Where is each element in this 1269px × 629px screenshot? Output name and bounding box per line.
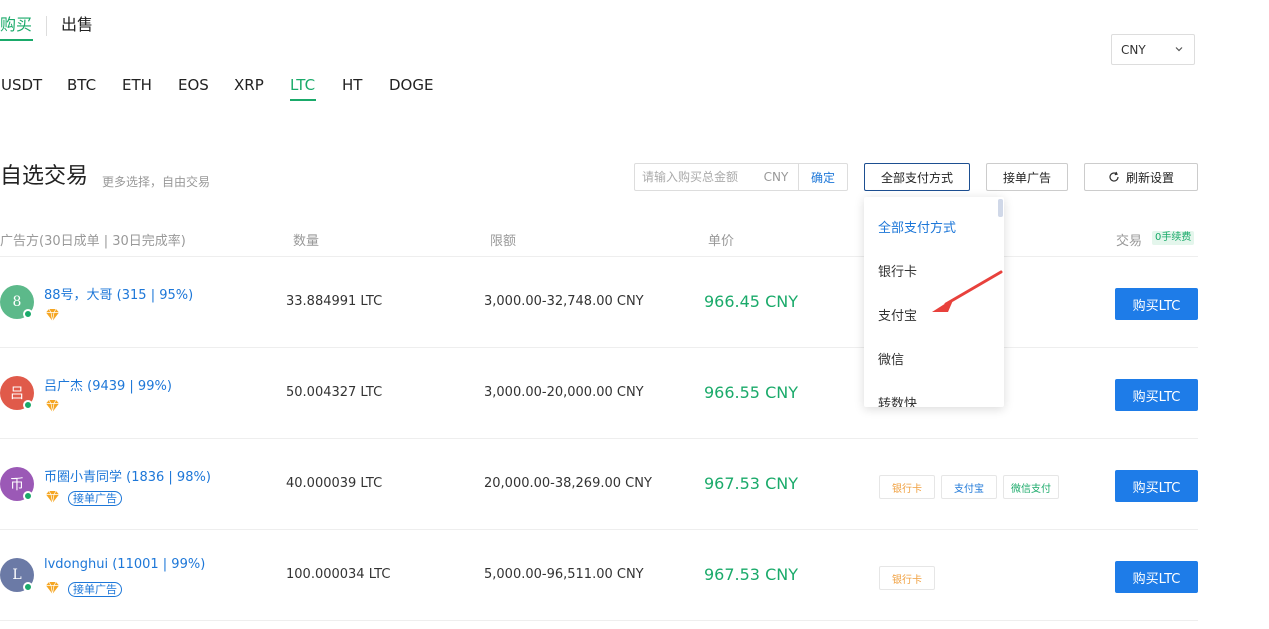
online-status-dot (23, 582, 33, 592)
coin-tab-usdt[interactable]: USDT (1, 74, 42, 96)
price: 967.53 CNY (704, 565, 798, 584)
zero-fee-badge: 0手续费 (1152, 231, 1195, 245)
price: 966.55 CNY (704, 383, 798, 402)
online-status-dot (23, 400, 33, 410)
price: 967.53 CNY (704, 474, 798, 493)
merchant-link[interactable]: 88号，大哥 (315 | 95%) (44, 284, 193, 303)
pay-tag-alipay: 支付宝 (941, 475, 997, 499)
dropdown-item-all[interactable]: 全部支付方式 (878, 217, 956, 236)
coin-tab-eth[interactable]: ETH (122, 74, 152, 96)
table-row: 币 币圈小青同学 (1836 | 98%) 接单广告 40.000039 LTC… (0, 439, 1198, 530)
quantity: 40.000039 LTC (286, 476, 383, 491)
limit: 5,000.00-96,511.00 CNY (484, 567, 644, 582)
refresh-icon (1109, 171, 1119, 182)
limit: 3,000.00-20,000.00 CNY (484, 385, 644, 400)
refresh-settings-button[interactable]: 刷新设置 (1084, 163, 1198, 191)
limit: 20,000.00-38,269.00 CNY (484, 476, 652, 491)
dropdown-item-fps[interactable]: 转数快 (878, 393, 917, 407)
coin-tab-underline (290, 99, 316, 101)
dropdown-item-wechat[interactable]: 微信 (878, 349, 904, 368)
buy-ltc-button[interactable]: 购买LTC (1115, 288, 1198, 320)
table-row: 8 88号，大哥 (315 | 95%) 33.884991 LTC 3,000… (0, 257, 1198, 348)
coin-tab-doge[interactable]: DOGE (389, 74, 433, 96)
dropdown-item-bank-card[interactable]: 银行卡 (878, 261, 917, 280)
coin-tab-ht[interactable]: HT (342, 74, 362, 96)
quantity: 50.004327 LTC (286, 385, 383, 400)
table-row: L lvdonghui (11001 | 99%) 接单广告 100.00003… (0, 530, 1198, 621)
price: 966.45 CNY (704, 292, 798, 311)
pay-tag-bank-card: 银行卡 (879, 566, 935, 590)
th-advertiser: 广告方(30日成单 | 30日完成率) (0, 234, 186, 249)
amount-box: CNY 确定 (634, 163, 848, 191)
take-ad-badge: 接单广告 (68, 582, 122, 597)
pay-method-button[interactable]: 全部支付方式 (864, 163, 970, 191)
quantity: 100.000034 LTC (286, 567, 391, 582)
annotation-arrow-icon (932, 270, 1003, 312)
th-quantity: 数量 (293, 234, 320, 249)
currency-select[interactable]: CNY (1111, 34, 1195, 65)
online-status-dot (23, 309, 33, 319)
coin-tab-xrp[interactable]: XRP (234, 74, 264, 96)
diamond-icon (46, 581, 59, 595)
buy-ltc-button[interactable]: 购买LTC (1115, 470, 1198, 502)
amount-confirm-button[interactable]: 确定 (798, 164, 847, 190)
dropdown-item-alipay[interactable]: 支付宝 (878, 305, 917, 324)
quantity: 33.884991 LTC (286, 294, 383, 309)
buy-ltc-button[interactable]: 购买LTC (1115, 379, 1198, 411)
merchant-link[interactable]: 币圈小青同学 (1836 | 98%) (44, 466, 211, 485)
diamond-icon (46, 308, 59, 322)
tab-sell[interactable]: 出售 (61, 14, 93, 36)
merchant-link[interactable]: lvdonghui (11001 | 99%) (44, 557, 205, 572)
take-ad-button[interactable]: 接单广告 (986, 163, 1068, 191)
section-subtitle: 更多选择，自由交易 (102, 175, 211, 189)
buy-ltc-button[interactable]: 购买LTC (1115, 561, 1198, 593)
diamond-icon (46, 490, 59, 504)
dropdown-scrollbar[interactable] (998, 199, 1003, 217)
pay-tag-wechat: 微信支付 (1003, 475, 1059, 499)
limit: 3,000.00-32,748.00 CNY (484, 294, 644, 309)
th-trade: 交易 (1116, 234, 1143, 249)
th-limit: 限额 (490, 234, 517, 249)
coin-tab-eos[interactable]: EOS (178, 74, 209, 96)
chevron-down-icon (1175, 47, 1183, 52)
online-status-dot (23, 491, 33, 501)
section-title: 自选交易 (0, 164, 89, 189)
row-divider (0, 620, 1198, 621)
take-ad-badge: 接单广告 (68, 491, 122, 506)
refresh-settings-label: 刷新设置 (1125, 170, 1174, 185)
tab-divider (46, 16, 47, 36)
amount-currency: CNY (763, 170, 789, 184)
merchant-link[interactable]: 吕广杰 (9439 | 99%) (44, 375, 172, 394)
coin-tab-btc[interactable]: BTC (67, 74, 96, 96)
pay-tag-bank-card: 银行卡 (879, 475, 935, 499)
th-price: 单价 (708, 234, 735, 249)
tab-buy-underline (0, 39, 33, 41)
amount-input[interactable] (635, 164, 753, 190)
diamond-icon (46, 399, 59, 413)
tab-buy[interactable]: 购买 (0, 14, 32, 36)
table-row: 吕 吕广杰 (9439 | 99%) 50.004327 LTC 3,000.0… (0, 348, 1198, 439)
currency-select-value: CNY (1121, 42, 1146, 57)
coin-tab-ltc[interactable]: LTC (290, 74, 315, 96)
